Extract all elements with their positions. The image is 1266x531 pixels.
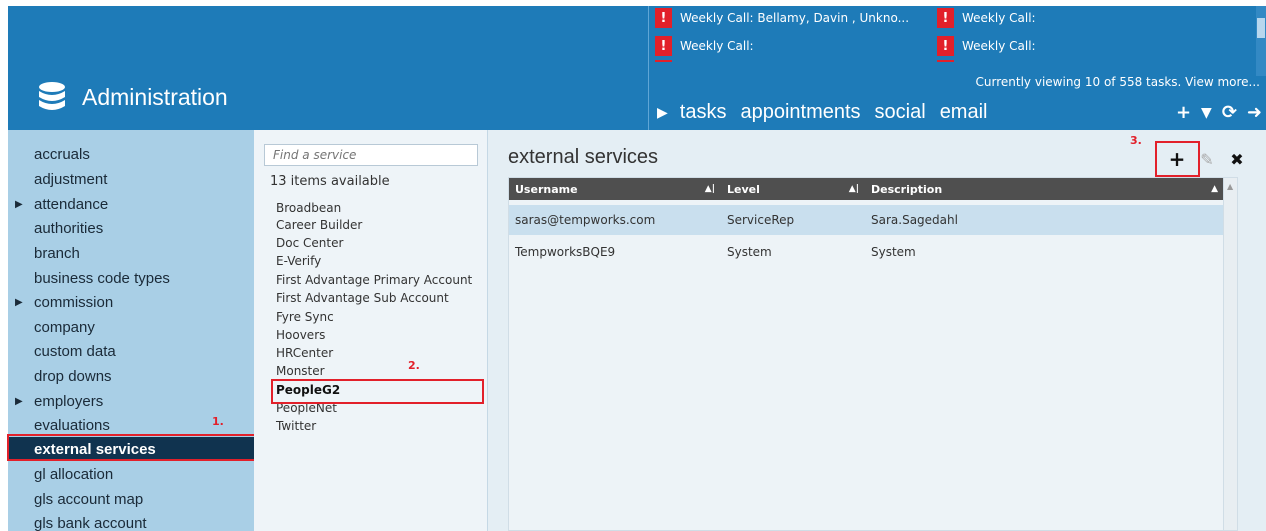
highlight-box-step-2 — [271, 379, 484, 404]
alert-underline — [655, 60, 672, 62]
sort-asc-icon[interactable]: ▲| — [849, 184, 859, 194]
viewing-status[interactable]: Currently viewing 10 of 558 tasks. View … — [976, 75, 1260, 89]
task-item[interactable]: ! Weekly Call: — [655, 36, 754, 56]
grid-scrollbar[interactable]: ▲ — [1223, 178, 1237, 530]
services-grid: Username ▲| Level ▲| Description ▲ saras@te… — [508, 177, 1238, 531]
sidebar-item-commission[interactable]: ▶ commission — [8, 290, 254, 314]
scroll-up-icon[interactable]: ▲ — [1227, 182, 1233, 191]
task-scroll-thumb[interactable] — [1257, 18, 1265, 38]
sidebar-item-gls-account-map[interactable]: gls account map — [8, 487, 254, 511]
service-item-doc-center[interactable]: Doc Center — [276, 236, 343, 250]
highlight-box-step-1 — [7, 434, 257, 461]
service-list-panel: 13 items available Broadbean Career Buil… — [254, 130, 488, 531]
table-row[interactable]: TempworksBQE9 System System — [509, 237, 1224, 267]
sidebar-item-gl-allocation[interactable]: gl allocation — [8, 462, 254, 486]
service-item-monster[interactable]: Monster — [276, 364, 325, 378]
find-service-input[interactable] — [264, 144, 478, 166]
alert-icon: ! — [655, 8, 672, 28]
task-panel: ! Weekly Call: Bellamy, Davin , Unkno...… — [648, 6, 1266, 130]
cell-description: System — [871, 245, 916, 259]
task-item[interactable]: ! Weekly Call: — [937, 8, 1036, 28]
task-item[interactable]: ! Weekly Call: Bellamy, Davin , Unkno... — [655, 8, 909, 28]
tab-social[interactable]: social — [875, 101, 926, 124]
task-tabs: ▶ tasks appointments social email — [657, 101, 1001, 124]
service-item-twitter[interactable]: Twitter — [276, 419, 316, 433]
alert-icon: ! — [937, 8, 954, 28]
sort-asc-icon[interactable]: ▲ — [1211, 184, 1218, 194]
highlight-box-step-3 — [1155, 141, 1200, 177]
service-item-hrcenter[interactable]: HRCenter — [276, 346, 333, 360]
column-header-description[interactable]: Description ▲ — [865, 178, 1224, 200]
arrow-right-icon[interactable]: ➜ — [1247, 102, 1262, 123]
step-label-1: 1. — [212, 415, 224, 428]
tab-tasks[interactable]: tasks — [680, 101, 727, 124]
database-icon — [39, 82, 65, 110]
expand-arrow-icon[interactable]: ▶ — [15, 199, 23, 210]
header-tools: + ▼ ⟳ ➜ — [1166, 102, 1262, 123]
cell-level: ServiceRep — [727, 213, 795, 227]
column-header-username[interactable]: Username ▲| — [509, 178, 721, 200]
alert-underline — [937, 60, 954, 62]
task-scrollbar[interactable] — [1256, 6, 1266, 76]
sidebar-item-accruals[interactable]: accruals — [8, 142, 254, 166]
tab-appointments[interactable]: appointments — [740, 101, 860, 124]
app-header: Administration ! Weekly Call: Bellamy, D… — [8, 6, 1266, 130]
brand: Administration — [38, 82, 228, 112]
sidebar-item-attendance[interactable]: ▶ attendance — [8, 192, 254, 216]
sidebar-item-branch[interactable]: branch — [8, 241, 254, 265]
service-item-fyre-sync[interactable]: Fyre Sync — [276, 310, 334, 324]
step-label-3: 3. — [1130, 134, 1142, 147]
step-label-2: 2. — [408, 359, 420, 372]
section-title: external services — [508, 146, 659, 168]
service-item-career-builder[interactable]: Career Builder — [276, 218, 362, 232]
sort-asc-icon[interactable]: ▲| — [705, 184, 715, 194]
tab-email[interactable]: email — [940, 101, 988, 124]
add-icon[interactable]: + — [1176, 102, 1191, 123]
task-item[interactable]: ! Weekly Call: — [937, 36, 1036, 56]
alert-icon: ! — [937, 36, 954, 56]
service-item-first-advantage-primary[interactable]: First Advantage Primary Account — [276, 273, 472, 287]
grid-header: Username ▲| Level ▲| Description ▲ — [509, 178, 1224, 200]
sidebar-item-gls-bank-account[interactable]: gls bank account — [8, 511, 254, 531]
cell-level: System — [727, 245, 772, 259]
page-title: Administration — [82, 83, 228, 110]
cell-description: Sara.Sagedahl — [871, 213, 958, 227]
refresh-icon[interactable]: ⟳ — [1222, 102, 1237, 123]
play-icon[interactable]: ▶ — [657, 104, 668, 121]
filter-icon[interactable]: ▼ — [1201, 105, 1212, 121]
admin-sidebar: accruals adjustment ▶ attendance authorit… — [8, 130, 254, 531]
sidebar-item-drop-downs[interactable]: drop downs — [8, 364, 254, 388]
service-item-broadbean[interactable]: Broadbean — [276, 201, 341, 215]
expand-arrow-icon[interactable]: ▶ — [15, 396, 23, 407]
items-count: 13 items available — [270, 174, 390, 189]
service-item-first-advantage-sub[interactable]: First Advantage Sub Account — [276, 291, 449, 305]
sidebar-item-company[interactable]: company — [8, 315, 254, 339]
table-row[interactable]: saras@tempworks.com ServiceRep Sara.Sage… — [509, 205, 1224, 235]
delete-button[interactable]: ✖ — [1222, 146, 1252, 172]
service-item-hoovers[interactable]: Hoovers — [276, 328, 325, 342]
sidebar-item-authorities[interactable]: authorities — [8, 216, 254, 240]
alert-icon: ! — [655, 36, 672, 56]
cell-username: saras@tempworks.com — [515, 213, 656, 227]
column-header-level[interactable]: Level ▲| — [721, 178, 865, 200]
service-item-e-verify[interactable]: E-Verify — [276, 254, 321, 268]
sidebar-item-adjustment[interactable]: adjustment — [8, 167, 254, 191]
sidebar-item-business-code-types[interactable]: business code types — [8, 266, 254, 290]
sidebar-item-employers[interactable]: ▶ employers — [8, 389, 254, 413]
main-content: external services + ✎ ✖ Username ▲| Level… — [488, 130, 1266, 531]
sidebar-item-custom-data[interactable]: custom data — [8, 339, 254, 363]
expand-arrow-icon[interactable]: ▶ — [15, 297, 23, 308]
cell-username: TempworksBQE9 — [515, 245, 616, 259]
